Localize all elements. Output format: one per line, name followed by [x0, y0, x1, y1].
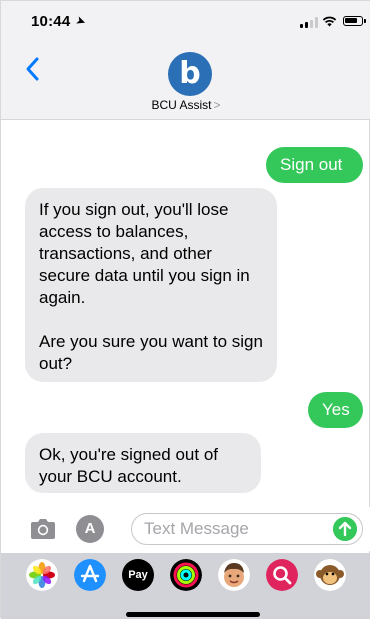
- message-text: Sign out: [280, 155, 343, 174]
- app-store-icon[interactable]: [74, 559, 106, 591]
- message-bubble-outgoing[interactable]: Yes: [308, 392, 363, 428]
- search-images-icon[interactable]: [266, 559, 298, 591]
- home-indicator[interactable]: [126, 612, 260, 617]
- messages-screen: 10:44 ➤ b BCU Assist > Sign out If you si…: [0, 0, 370, 619]
- conversation-header: b BCU Assist >: [1, 41, 370, 120]
- avatar[interactable]: b: [168, 52, 212, 96]
- monkey-animoji-icon[interactable]: [314, 559, 346, 591]
- message-paragraph: Ok, you're signed out of your BCU accoun…: [39, 445, 219, 486]
- chevron-left-icon[interactable]: [23, 55, 43, 83]
- app-drawer: Pay: [1, 553, 370, 619]
- message-input[interactable]: [144, 518, 324, 540]
- message-bubble-incoming[interactable]: Ok, you're signed out of your BCU accoun…: [25, 433, 261, 493]
- message-text: Yes: [322, 400, 350, 419]
- message-paragraph: Are you sure you want to sign out?: [39, 332, 263, 373]
- cellular-signal-icon: [300, 17, 318, 28]
- wifi-icon: [322, 16, 337, 27]
- message-paragraph: If you sign out, you'll lose access to b…: [39, 200, 250, 307]
- contact-name: BCU Assist: [151, 98, 212, 112]
- apple-pay-label: Pay: [128, 569, 148, 581]
- contact-name-link[interactable]: BCU Assist >: [1, 98, 370, 112]
- message-bubble-incoming[interactable]: If you sign out, you'll lose access to b…: [25, 188, 277, 382]
- chevron-right-icon: >: [213, 98, 221, 112]
- photos-icon[interactable]: [26, 559, 58, 591]
- compose-bar: A: [1, 507, 370, 551]
- battery-icon: [343, 16, 366, 26]
- camera-icon[interactable]: [29, 518, 57, 540]
- send-arrow-icon[interactable]: [333, 517, 357, 541]
- app-store-icon[interactable]: A: [76, 515, 104, 543]
- message-bubble-outgoing[interactable]: Sign out: [266, 147, 363, 183]
- activity-icon[interactable]: [170, 559, 202, 591]
- location-arrow-icon: ➤: [73, 12, 89, 30]
- avatar-letter: b: [179, 56, 201, 91]
- apple-pay-icon[interactable]: Pay: [122, 559, 154, 591]
- status-bar: 10:44 ➤: [1, 1, 370, 41]
- message-field[interactable]: [131, 513, 363, 545]
- status-time: 10:44: [31, 13, 71, 30]
- memoji-icon[interactable]: [218, 559, 250, 591]
